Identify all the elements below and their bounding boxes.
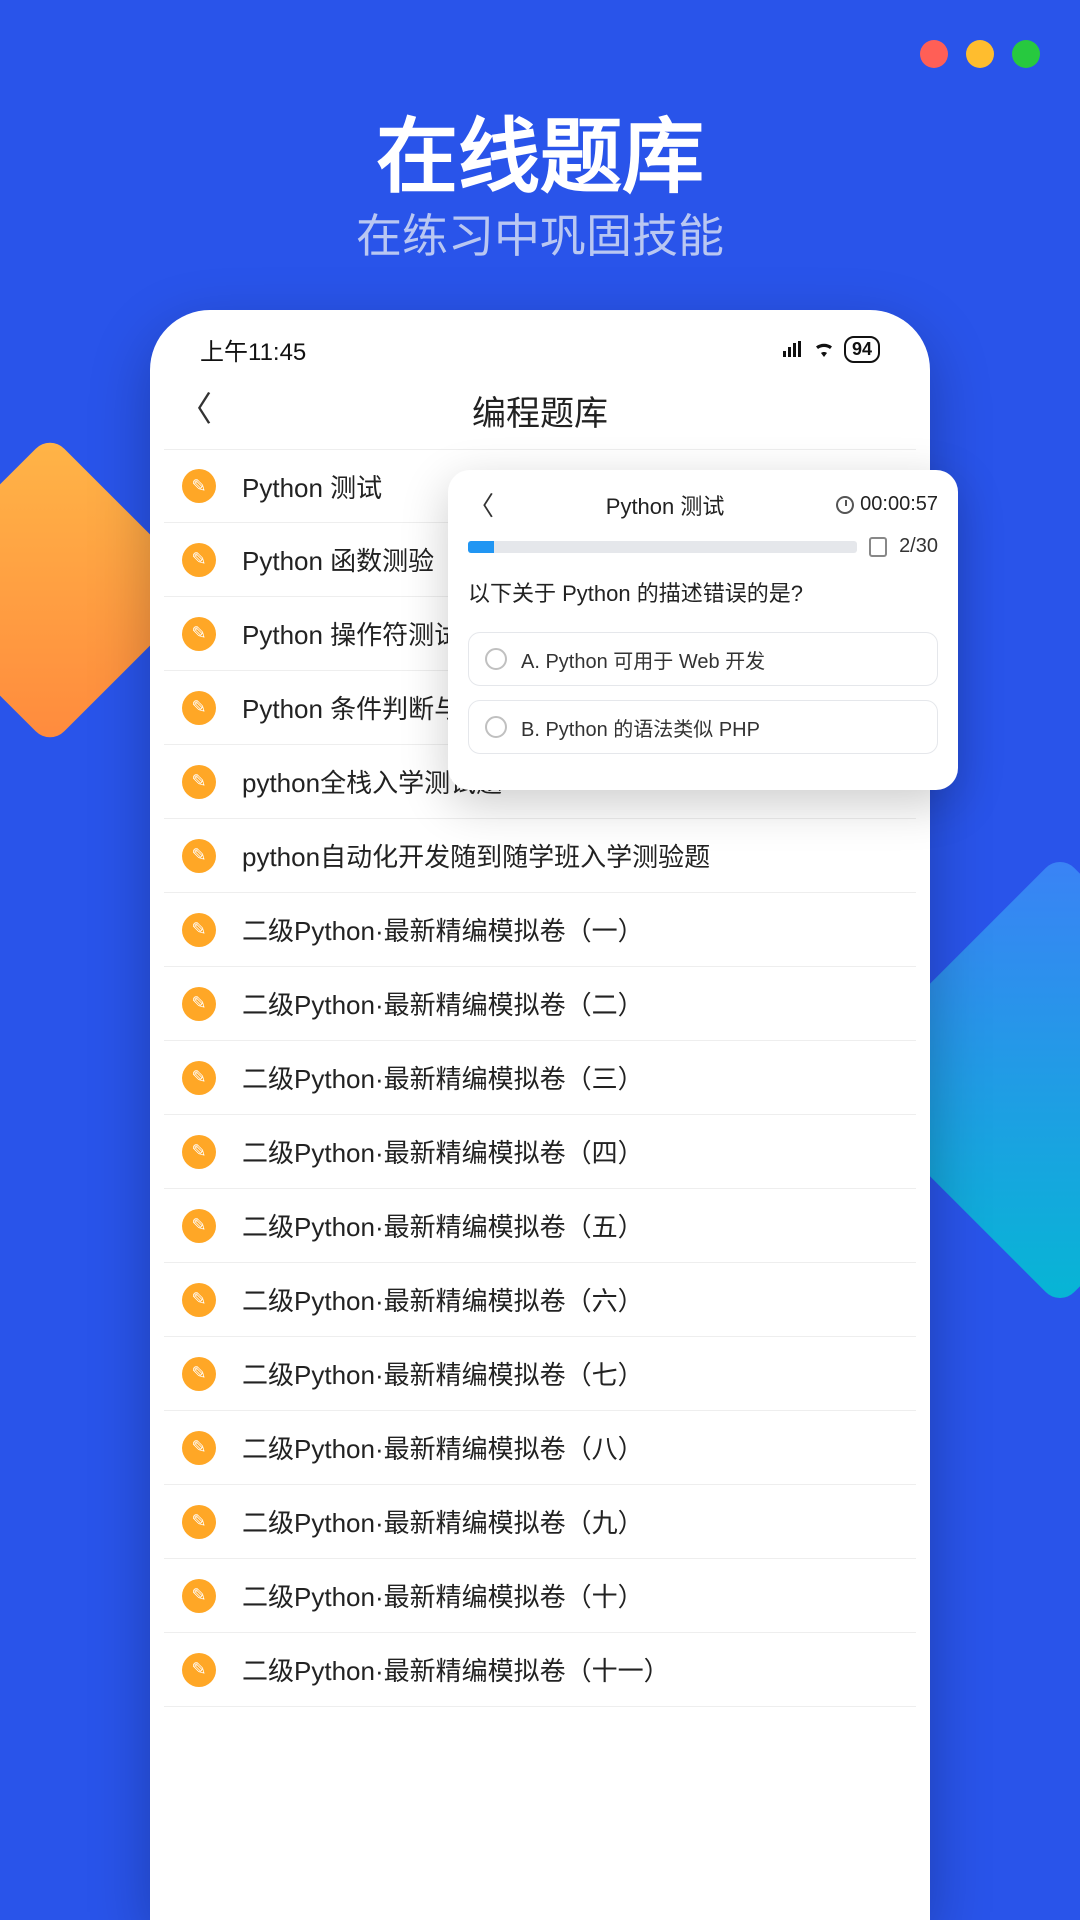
list-item-label: 二级Python·最新精编模拟卷（九）	[242, 1503, 644, 1540]
list-item[interactable]: ✎ 二级Python·最新精编模拟卷（九）	[164, 1485, 916, 1559]
popup-back-button[interactable]: 〈	[468, 486, 494, 523]
quiz-title: Python 测试	[494, 489, 836, 521]
bookmark-icon[interactable]	[869, 537, 887, 557]
progress-count: 2/30	[899, 535, 938, 558]
pencil-icon: ✎	[182, 1505, 216, 1539]
dot-yellow	[966, 40, 994, 68]
pencil-icon: ✎	[182, 543, 216, 577]
quiz-option[interactable]: B. Python 的语法类似 PHP	[468, 700, 938, 754]
statusbar-icons: 94	[782, 336, 880, 363]
phone-header: 〈 编程题库	[150, 375, 930, 449]
quiz-popup-header: 〈 Python 测试 00:00:57	[468, 486, 938, 523]
list-item[interactable]: ✎ 二级Python·最新精编模拟卷（三）	[164, 1041, 916, 1115]
hero-subtitle: 在练习中巩固技能	[0, 200, 1080, 266]
option-text: A. Python 可用于 Web 开发	[521, 645, 765, 674]
wifi-icon	[812, 341, 836, 359]
list-item-label: 二级Python·最新精编模拟卷（十一）	[242, 1651, 670, 1688]
pencil-icon: ✎	[182, 469, 216, 503]
list-item-label: python自动化开发随到随学班入学测验题	[242, 837, 710, 874]
list-item-label: Python 函数测验	[242, 541, 434, 578]
quiz-timer: 00:00:57	[836, 493, 938, 516]
list-item-label: 二级Python·最新精编模拟卷（三）	[242, 1059, 644, 1096]
pencil-icon: ✎	[182, 913, 216, 947]
progress-bar	[468, 541, 857, 553]
statusbar-time: 上午11:45	[200, 332, 306, 367]
list-item-label: Python 操作符测试	[242, 615, 460, 652]
progress-fill	[468, 541, 494, 553]
timer-value: 00:00:57	[860, 493, 938, 516]
list-item[interactable]: ✎ 二级Python·最新精编模拟卷（四）	[164, 1115, 916, 1189]
list-item[interactable]: ✎ 二级Python·最新精编模拟卷（十一）	[164, 1633, 916, 1707]
list-item-label: 二级Python·最新精编模拟卷（六）	[242, 1281, 644, 1318]
list-item-label: 二级Python·最新精编模拟卷（二）	[242, 985, 644, 1022]
list-item-label: 二级Python·最新精编模拟卷（五）	[242, 1207, 644, 1244]
page-title: 编程题库	[150, 386, 930, 435]
pencil-icon: ✎	[182, 1653, 216, 1687]
list-item[interactable]: ✎ 二级Python·最新精编模拟卷（二）	[164, 967, 916, 1041]
pencil-icon: ✎	[182, 691, 216, 725]
list-item-label: 二级Python·最新精编模拟卷（一）	[242, 911, 644, 948]
pencil-icon: ✎	[182, 839, 216, 873]
clock-icon	[836, 496, 854, 514]
pencil-icon: ✎	[182, 1357, 216, 1391]
pencil-icon: ✎	[182, 987, 216, 1021]
signal-icon	[782, 341, 804, 359]
pencil-icon: ✎	[182, 765, 216, 799]
list-item[interactable]: ✎ 二级Python·最新精编模拟卷（六）	[164, 1263, 916, 1337]
radio-icon	[485, 716, 507, 738]
list-item[interactable]: ✎ 二级Python·最新精编模拟卷（七）	[164, 1337, 916, 1411]
pencil-icon: ✎	[182, 1209, 216, 1243]
pencil-icon: ✎	[182, 1431, 216, 1465]
quiz-popup: 〈 Python 测试 00:00:57 2/30 以下关于 Python 的描…	[448, 470, 958, 790]
dot-red	[920, 40, 948, 68]
list-item[interactable]: ✎ 二级Python·最新精编模拟卷（一）	[164, 893, 916, 967]
list-item[interactable]: ✎ 二级Python·最新精编模拟卷（八）	[164, 1411, 916, 1485]
dot-green	[1012, 40, 1040, 68]
window-dots	[920, 40, 1040, 68]
statusbar: 上午11:45 94	[150, 310, 930, 375]
quiz-progress-row: 2/30	[468, 535, 938, 558]
pencil-icon: ✎	[182, 1579, 216, 1613]
pencil-icon: ✎	[182, 1135, 216, 1169]
battery-icon: 94	[844, 336, 880, 363]
pencil-icon: ✎	[182, 1061, 216, 1095]
list-item[interactable]: ✎ python自动化开发随到随学班入学测验题	[164, 819, 916, 893]
quiz-option[interactable]: A. Python 可用于 Web 开发	[468, 632, 938, 686]
list-item-label: 二级Python·最新精编模拟卷（十）	[242, 1577, 644, 1614]
radio-icon	[485, 648, 507, 670]
pencil-icon: ✎	[182, 1283, 216, 1317]
pencil-icon: ✎	[182, 617, 216, 651]
list-item-label: Python 测试	[242, 468, 382, 505]
hero-title: 在线题库	[0, 90, 1080, 209]
list-item[interactable]: ✎ 二级Python·最新精编模拟卷（五）	[164, 1189, 916, 1263]
option-text: B. Python 的语法类似 PHP	[521, 713, 760, 742]
quiz-question: 以下关于 Python 的描述错误的是?	[468, 576, 938, 608]
list-item-label: 二级Python·最新精编模拟卷（四）	[242, 1133, 644, 1170]
list-item-label: 二级Python·最新精编模拟卷（八）	[242, 1429, 644, 1466]
list-item-label: 二级Python·最新精编模拟卷（七）	[242, 1355, 644, 1392]
list-item[interactable]: ✎ 二级Python·最新精编模拟卷（十）	[164, 1559, 916, 1633]
